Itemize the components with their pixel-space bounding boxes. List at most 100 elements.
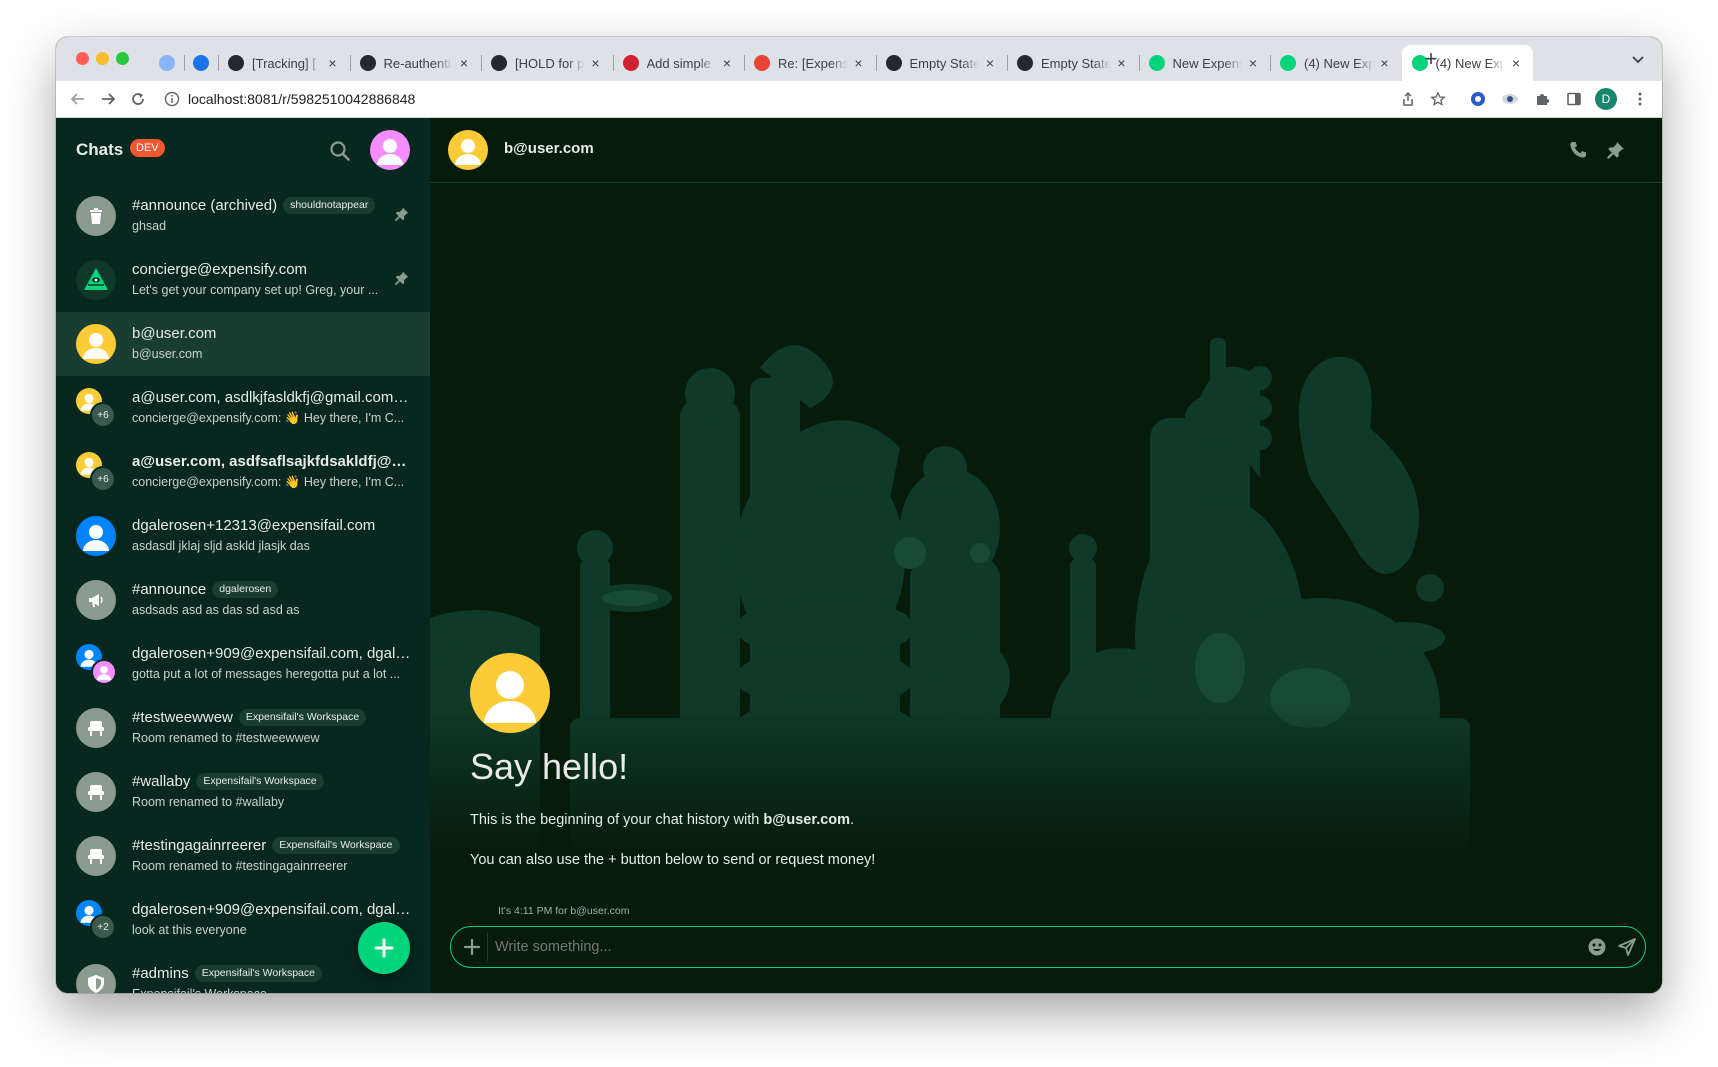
close-tab-icon[interactable]: ×: [852, 55, 866, 71]
share-icon[interactable]: [1396, 87, 1420, 111]
pin-icon[interactable]: [394, 270, 410, 286]
chat-item-workspace-pill: Expensifail's Workspace: [196, 773, 324, 790]
close-tab-icon[interactable]: ×: [720, 55, 734, 71]
address-bar[interactable]: localhost:8081/r/5982510042886848: [164, 85, 1524, 113]
call-phone-icon[interactable]: [1568, 140, 1588, 160]
welcome-avatar: [470, 653, 550, 733]
search-icon[interactable]: [329, 140, 351, 162]
extensions-puzzle-icon[interactable]: [1530, 87, 1554, 111]
close-tab-icon[interactable]: ×: [1115, 55, 1129, 71]
chat-item-title-row: b@user.com: [132, 325, 412, 342]
chat-item-name: #testweewwew: [132, 709, 233, 726]
chat-list-item[interactable]: #announce dgalerosen asdsads asd as das sd…: [56, 568, 430, 632]
chat-header: b@user.com: [430, 118, 1662, 183]
browser-tab[interactable]: New Expens ×: [1138, 45, 1271, 81]
bookmark-star-icon[interactable]: [1426, 87, 1450, 111]
browser-tab[interactable]: Empty State ×: [1007, 45, 1139, 81]
site-info-icon[interactable]: [164, 91, 180, 107]
tab-title: [Tracking] [: [252, 55, 316, 71]
browser-menu-icon[interactable]: [1628, 87, 1652, 111]
account-avatar[interactable]: [370, 130, 410, 170]
browser-tab[interactable]: Re: [Expens ×: [744, 45, 876, 81]
browser-tab[interactable]: [HOLD for p ×: [481, 45, 613, 81]
chat-header-avatar[interactable]: [448, 130, 488, 170]
emoji-picker-icon[interactable]: [1587, 937, 1607, 957]
gmail-icon: [754, 55, 770, 71]
chat-item-name: dgalerosen+909@expensifail.com, dgale...: [132, 901, 412, 918]
tab-search-chevron-icon[interactable]: [1630, 51, 1646, 67]
expensify-icon: [1280, 55, 1296, 71]
back-button[interactable]: [66, 87, 90, 111]
zoom-window-button[interactable]: [116, 52, 129, 65]
chat-list-item[interactable]: dgalerosen+909@expensifail.com, dgale...…: [56, 632, 430, 696]
send-message-icon[interactable]: [1617, 937, 1637, 957]
chat-item-workspace-pill: dgalerosen: [212, 581, 279, 598]
pin-icon[interactable]: [394, 206, 410, 222]
participant-count-badge: +2: [90, 914, 116, 940]
expensify-icon: [1148, 55, 1165, 71]
composer-input[interactable]: [495, 933, 1545, 961]
chat-item-name: #testingagainrreerer: [132, 837, 267, 854]
chat-list-item[interactable]: +6 a@user.com, asdlkjfasldkfj@gmail.com, …: [56, 376, 430, 440]
tab-title: New Expens: [1172, 55, 1243, 71]
reload-button[interactable]: [126, 87, 150, 111]
shield-avatar-icon: [76, 964, 116, 993]
chat-header-title[interactable]: b@user.com: [504, 140, 594, 157]
close-tab-icon[interactable]: ×: [589, 55, 603, 71]
chat-item-preview: asdasdl jklaj sljd askld jlasjk das: [132, 539, 310, 553]
close-tab-icon[interactable]: ×: [983, 55, 997, 71]
github-icon: [1017, 55, 1033, 71]
new-chat-button[interactable]: [358, 922, 410, 974]
profile-avatar[interactable]: D: [1594, 87, 1618, 111]
browser-tab[interactable]: Empty State ×: [875, 45, 1008, 81]
intro-name[interactable]: b@user.com: [763, 812, 850, 828]
github-pr-icon: [622, 55, 639, 71]
close-tab-icon[interactable]: ×: [326, 55, 340, 71]
close-tab-icon[interactable]: ×: [457, 55, 471, 71]
browser-tab[interactable]: (4) New Exp ×: [1270, 45, 1402, 81]
chat-item-preview: b@user.com: [132, 347, 203, 361]
chat-item-name: #admins: [132, 965, 189, 982]
browser-tab[interactable]: Add simple ×: [612, 45, 745, 81]
calendar-icon: [193, 55, 209, 71]
intro-prefix: This is the beginning of your chat histo…: [470, 812, 764, 828]
chat-list-item[interactable]: b@user.com b@user.com: [56, 312, 430, 376]
browser-window: [Tracking] [× Re-authenti × [HOLD for p × Add…: [56, 37, 1662, 993]
chat-list-item[interactable]: concierge@expensify.com Let's get your co…: [56, 248, 430, 312]
forward-button[interactable]: [96, 87, 120, 111]
password-manager-icon[interactable]: [1466, 87, 1490, 111]
chat-list-item[interactable]: #announce (archived) shouldnotappear ghsad: [56, 184, 430, 248]
eye-extension-icon[interactable]: [1498, 87, 1522, 111]
concierge-avatar: [76, 260, 116, 300]
user-avatar: [76, 516, 116, 556]
chat-list-item[interactable]: +6 a@user.com, asdfsaflsajkfdsakldfj@gm..…: [56, 440, 430, 504]
chat-list-item[interactable]: #wallaby Expensifail's Workspace Room rena…: [56, 760, 430, 824]
browser-tab[interactable]: [Tracking] [ ×: [218, 45, 350, 81]
side-panel-icon[interactable]: [1562, 87, 1586, 111]
browser-tab[interactable]: [184, 45, 218, 81]
chat-item-name: a@user.com, asdfsaflsajkfdsakldfj@gm...: [132, 453, 412, 470]
chat-main: b@user.com Say hello! This is the beginn…: [430, 118, 1662, 993]
url-text[interactable]: localhost:8081/r/5982510042886848: [188, 91, 415, 107]
browser-tab[interactable]: Re-authenti ×: [349, 45, 482, 81]
chat-list-item[interactable]: dgalerosen+12313@expensifail.com asdasdl …: [56, 504, 430, 568]
chat-item-title-row: dgalerosen+909@expensifail.com, dgale...: [132, 645, 412, 662]
group-avatar: [76, 644, 117, 685]
browser-tab[interactable]: [150, 45, 184, 81]
chat-item-name: dgalerosen+12313@expensifail.com: [132, 517, 376, 534]
pin-chat-icon[interactable]: [1606, 140, 1626, 160]
new-tab-button[interactable]: +: [1418, 47, 1444, 73]
chat-list-item[interactable]: #testingagainrreerer Expensifail's Worksp…: [56, 824, 430, 888]
close-tab-icon[interactable]: ×: [1246, 55, 1260, 71]
group-avatar: +6: [76, 452, 116, 492]
minimize-window-button[interactable]: [96, 52, 109, 65]
local-time-note: It's 4:11 PM for b@user.com: [498, 905, 630, 917]
close-window-button[interactable]: [76, 52, 89, 65]
composer-plus-button[interactable]: [461, 936, 483, 958]
participant-avatar: [91, 659, 117, 685]
close-tab-icon[interactable]: ×: [1509, 55, 1523, 71]
chat-item-name: b@user.com: [132, 325, 217, 342]
user-avatar: [76, 324, 116, 364]
close-tab-icon[interactable]: ×: [1378, 55, 1392, 71]
chat-list-item[interactable]: #testweewwew Expensifail's Workspace Room …: [56, 696, 430, 760]
